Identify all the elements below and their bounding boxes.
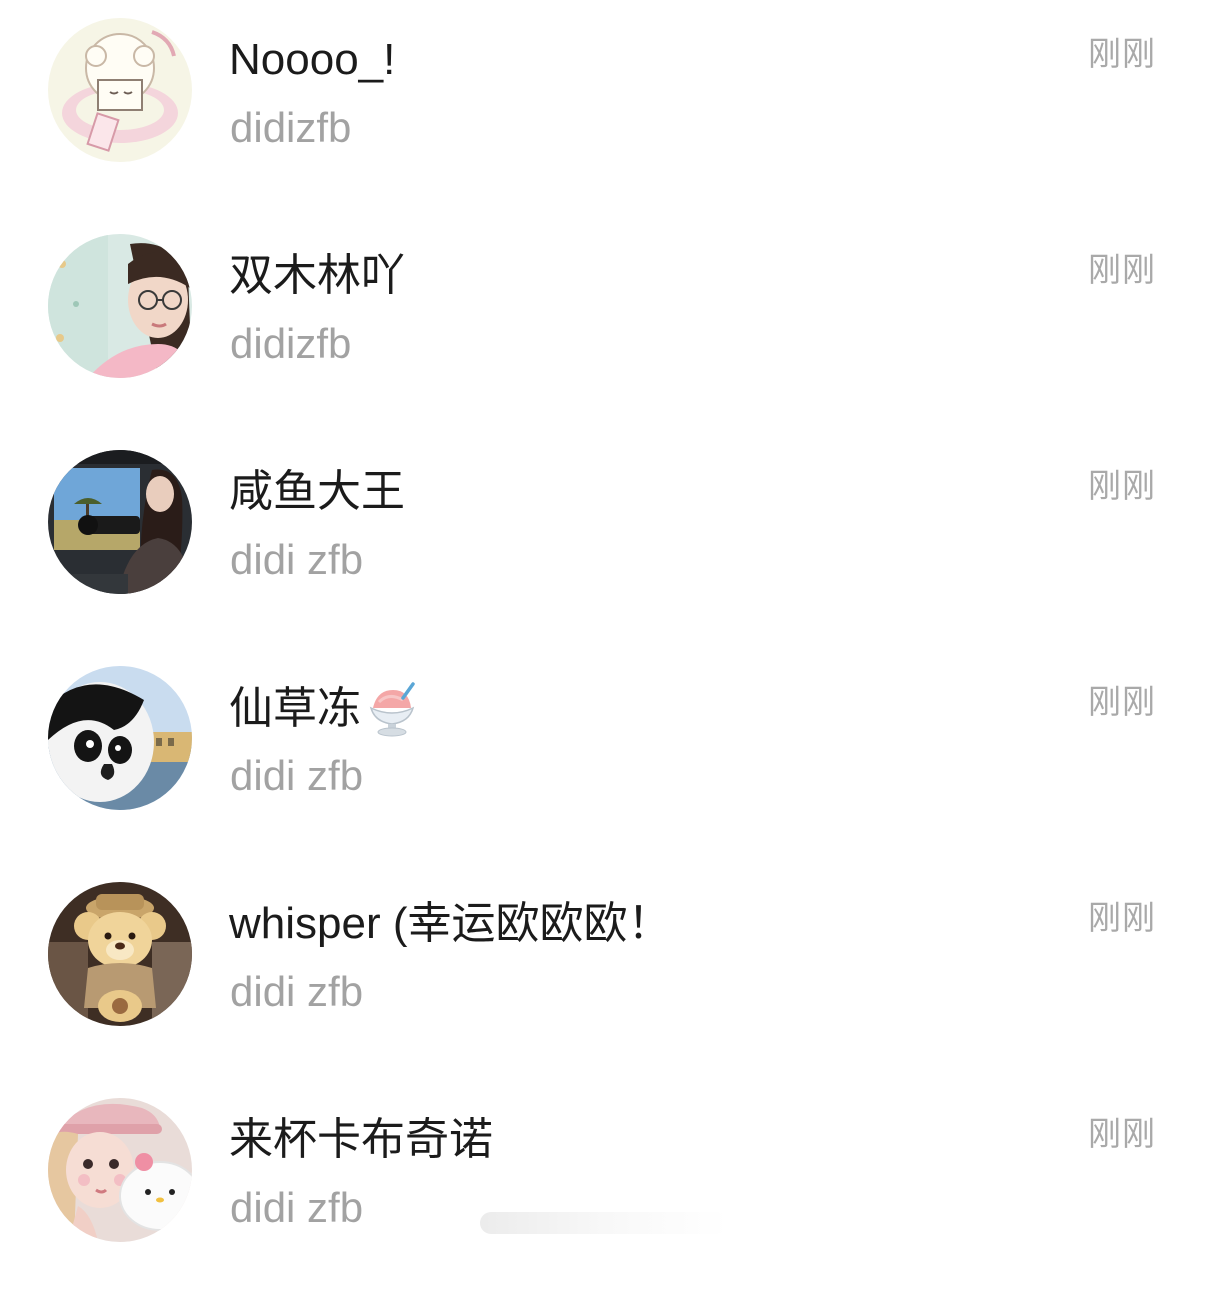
timestamp: 刚刚 [1088,683,1156,720]
contact-subtitle: didi zfb [230,752,364,799]
watermark [480,1212,728,1234]
timestamp: 刚刚 [1088,899,1156,936]
contact-name: whisper (幸运欧欧欧！ [229,899,672,948]
cartoon-sheep-avatar[interactable] [48,18,192,162]
list-item[interactable]: 来杯卡布奇诺 didi zfb 刚刚 [0,1080,1206,1296]
list-item[interactable]: 双木林吖 didizfb 刚刚 [0,216,1206,432]
safari-camera-avatar[interactable] [48,450,192,594]
contact-subtitle: didi zfb [230,1184,364,1231]
shaved-ice-icon [363,680,421,738]
list-item[interactable]: 咸鱼大王 didi zfb 刚刚 [0,432,1206,648]
contact-name: Noooo_! [229,35,396,84]
contact-subtitle: didizfb [230,320,352,367]
contact-name: 咸鱼大王 [229,467,405,516]
contact-list: Noooo_! didizfb 刚刚 双木林吖 didizfb 刚刚 咸鱼大王 … [0,0,1206,1248]
contact-name: 仙草冻 [229,680,421,738]
girl-glasses-avatar[interactable] [48,234,192,378]
contact-subtitle: didi zfb [230,536,364,583]
contact-subtitle: didi zfb [230,968,364,1015]
list-item[interactable]: 仙草冻 didi zfb 刚刚 [0,648,1206,864]
timestamp: 刚刚 [1088,1115,1156,1152]
timestamp: 刚刚 [1088,251,1156,288]
contact-name-text: 仙草冻 [229,684,361,733]
contact-subtitle: didizfb [230,104,352,151]
teddy-bear-avatar[interactable] [48,882,192,1026]
timestamp: 刚刚 [1088,467,1156,504]
list-item[interactable]: Noooo_! didizfb 刚刚 [0,0,1206,216]
pink-hat-girl-avatar[interactable] [48,1098,192,1242]
contact-name: 来杯卡布奇诺 [229,1115,493,1164]
contact-name: 双木林吖 [229,251,405,300]
penguin-avatar[interactable] [48,666,192,810]
timestamp: 刚刚 [1088,35,1156,72]
list-item[interactable]: whisper (幸运欧欧欧！ didi zfb 刚刚 [0,864,1206,1080]
